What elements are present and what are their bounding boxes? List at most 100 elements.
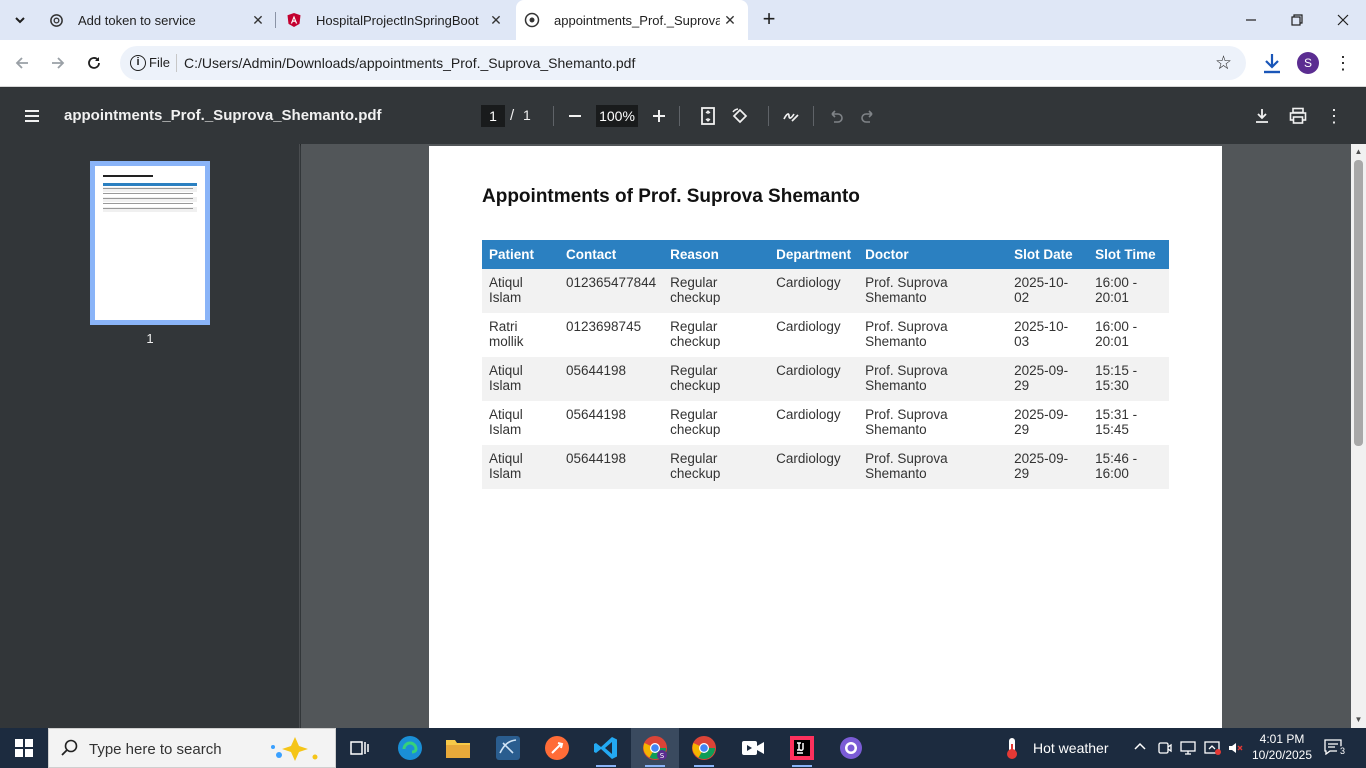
scroll-down-icon[interactable]: ▼ xyxy=(1354,715,1363,724)
task-view-button[interactable] xyxy=(336,728,384,768)
cell-department: Cardiology xyxy=(769,269,859,313)
scroll-up-icon[interactable]: ▲ xyxy=(1354,147,1363,156)
toolbar-divider xyxy=(768,106,769,126)
close-window-button[interactable] xyxy=(1320,0,1366,40)
taskbar-edge[interactable] xyxy=(386,728,434,768)
cell-department: Cardiology xyxy=(769,313,859,357)
network-icon[interactable] xyxy=(1180,740,1198,759)
arrow-right-icon xyxy=(52,57,65,69)
minimize-icon xyxy=(1246,19,1256,21)
taskbar-search-box[interactable]: Type here to search xyxy=(48,728,336,768)
restore-button[interactable] xyxy=(1274,0,1320,40)
print-button[interactable] xyxy=(1286,104,1310,128)
taskbar-vscode[interactable] xyxy=(582,728,630,768)
omnibox-divider xyxy=(176,54,177,72)
windows-icon xyxy=(15,739,33,757)
pdf-download-button[interactable] xyxy=(1250,104,1274,128)
page-separator: / xyxy=(510,107,515,124)
redo-button[interactable] xyxy=(856,104,880,128)
scheme-label: File xyxy=(149,55,170,70)
plus-icon xyxy=(653,110,665,122)
pdf-more-actions-icon[interactable]: ⋮ xyxy=(1322,104,1346,128)
column-header: Patient xyxy=(482,240,559,269)
cell-reason: Regular checkup xyxy=(663,313,770,357)
clock-time: 4:01 PM xyxy=(1259,732,1305,746)
cell-slot-time: 15:46 - 16:00 xyxy=(1088,445,1169,489)
cell-reason: Regular checkup xyxy=(663,401,770,445)
forward-button[interactable] xyxy=(46,51,70,75)
display-icon[interactable] xyxy=(1204,740,1222,759)
rotate-icon xyxy=(732,108,748,124)
tab-title: HospitalProjectInSpringBoot xyxy=(316,12,479,28)
taskbar-video-editor[interactable] xyxy=(729,728,777,768)
close-tab-icon[interactable]: ✕ xyxy=(488,12,504,28)
address-bar[interactable]: i File C:/Users/Admin/Downloads/appointm… xyxy=(120,46,1246,80)
tab-title: appointments_Prof._Suprova_Shemanto.pdf xyxy=(554,12,720,28)
fit-page-icon xyxy=(701,107,715,125)
zoom-in-button[interactable] xyxy=(647,104,671,128)
video-camera-icon xyxy=(742,741,764,755)
notification-center-button[interactable]: 3 xyxy=(1324,739,1348,757)
tab-add-token[interactable]: Add token to service ✕ xyxy=(40,0,276,40)
openai-icon xyxy=(48,12,64,28)
chrome-icon xyxy=(692,736,716,760)
url-text[interactable]: C:/Users/Admin/Downloads/appointments_Pr… xyxy=(184,55,635,71)
vscode-icon xyxy=(594,737,617,759)
cell-doctor: Prof. Suprova Shemanto xyxy=(858,269,1008,313)
taskbar-chrome[interactable] xyxy=(680,728,728,768)
scrollbar-thumb[interactable] xyxy=(1354,160,1363,446)
start-button[interactable] xyxy=(0,728,48,768)
document-title: Appointments of Prof. Suprova Shemanto xyxy=(482,186,860,207)
cell-department: Cardiology xyxy=(769,445,859,489)
rotate-button[interactable] xyxy=(728,104,752,128)
reload-button[interactable] xyxy=(82,51,106,75)
meet-now-icon[interactable] xyxy=(1157,740,1173,759)
annotate-button[interactable] xyxy=(779,104,803,128)
zoom-level-input[interactable]: 100% xyxy=(596,105,638,127)
back-button[interactable] xyxy=(10,51,34,75)
taskbar-github-desktop[interactable] xyxy=(827,728,875,768)
zoom-out-button[interactable] xyxy=(563,104,587,128)
vertical-scrollbar[interactable]: ▲ ▼ xyxy=(1351,144,1366,728)
taskbar-intellij[interactable] xyxy=(778,728,826,768)
tab-hospital-project[interactable]: HospitalProjectInSpringBoot ✕ xyxy=(278,0,514,40)
browser-menu-icon[interactable]: ⋮ xyxy=(1334,52,1352,74)
taskbar: Type here to search S Hot weather 4:01 P… xyxy=(0,728,1366,768)
cell-patient: Ratri mollik xyxy=(482,313,559,357)
system-clock[interactable]: 4:01 PM 10/20/2025 xyxy=(1250,731,1314,763)
undo-button[interactable] xyxy=(824,104,848,128)
page-thumbnail[interactable] xyxy=(90,161,210,325)
weather-widget[interactable]: Hot weather xyxy=(1004,728,1108,768)
taskbar-chrome-profile[interactable]: S xyxy=(631,728,679,768)
taskbar-postman[interactable] xyxy=(533,728,581,768)
info-icon[interactable]: i xyxy=(130,55,146,71)
profile-avatar[interactable]: S xyxy=(1297,52,1319,74)
close-tab-icon[interactable]: ✕ xyxy=(722,12,738,28)
hamburger-icon xyxy=(25,110,39,122)
fit-page-button[interactable] xyxy=(696,104,720,128)
tab-pdf-active[interactable]: appointments_Prof._Suprova_Shemanto.pdf … xyxy=(516,0,748,40)
thumbnail-preview xyxy=(95,166,205,320)
postman-icon xyxy=(545,736,569,760)
minus-icon xyxy=(569,115,581,117)
downloads-button[interactable] xyxy=(1261,51,1283,75)
intellij-icon xyxy=(790,736,814,760)
mysql-workbench-icon xyxy=(496,736,520,760)
edge-icon xyxy=(398,736,422,760)
column-header: Doctor xyxy=(858,240,1008,269)
tab-search-button[interactable] xyxy=(8,8,32,32)
volume-muted-icon[interactable] xyxy=(1227,740,1243,759)
page-number-input[interactable]: 1 xyxy=(481,105,505,127)
new-tab-button[interactable]: + xyxy=(758,8,780,32)
pdf-viewer[interactable]: Appointments of Prof. Suprova Shemanto P… xyxy=(301,144,1351,728)
bookmark-star-icon[interactable]: ☆ xyxy=(1215,52,1232,75)
column-header: Reason xyxy=(663,240,770,269)
close-tab-icon[interactable]: ✕ xyxy=(250,12,266,28)
minimize-button[interactable] xyxy=(1228,0,1274,40)
taskbar-mysql-workbench[interactable] xyxy=(484,728,532,768)
taskbar-file-explorer[interactable] xyxy=(434,728,482,768)
angular-icon xyxy=(286,12,302,28)
sidebar-toggle-button[interactable] xyxy=(22,106,42,126)
chevron-up-icon[interactable] xyxy=(1133,740,1147,757)
task-view-icon xyxy=(350,741,369,755)
